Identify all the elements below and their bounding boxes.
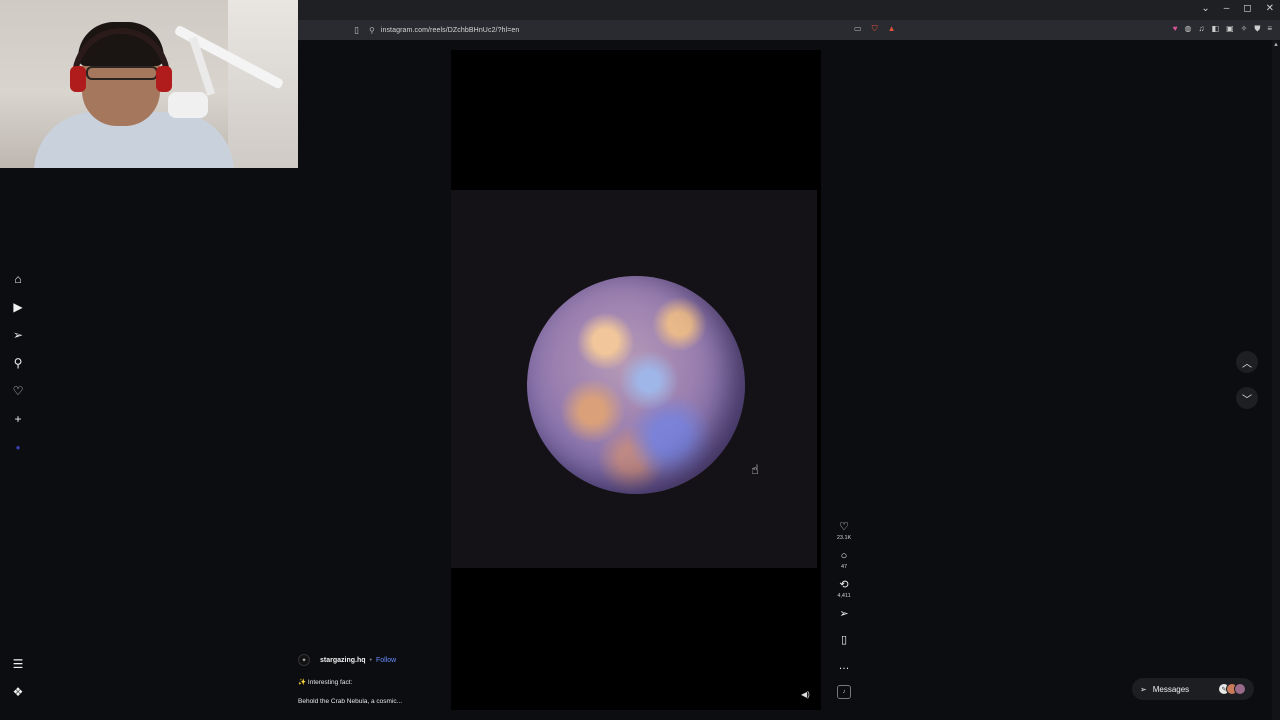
reel-caption: ✦ stargazing.hq • Follow ✨ Interesting f…: [298, 654, 448, 705]
heart-icon[interactable]: ♡: [8, 382, 28, 400]
mute-icon[interactable]: ◀): [801, 690, 810, 699]
scroll-up-icon[interactable]: ▲: [1273, 42, 1279, 48]
bookmark-icon[interactable]: ▯: [354, 25, 359, 36]
reel-video-frame: ☝: [451, 190, 817, 568]
planet-image: [527, 276, 745, 494]
caption-line-2[interactable]: Behold the Crab Nebula, a cosmic...: [298, 698, 448, 705]
address-bar[interactable]: ▯ ⚲ instagram.com/reels/DZchbBHnUc2/?hl=…: [298, 20, 1280, 40]
share-icon[interactable]: ➢: [839, 607, 848, 621]
cast-icon[interactable]: ▭: [854, 24, 862, 34]
left-nav: ⌂ ▶ ➢ ⚲ ♡ + ●: [8, 270, 28, 456]
webcam-microphone: [168, 92, 208, 118]
author-separator: •: [369, 656, 372, 664]
like-count: 23.1K: [836, 535, 852, 541]
browser-menu-icon[interactable]: ≡: [1267, 24, 1272, 34]
leo-icon[interactable]: ✧: [1241, 24, 1248, 34]
page: ⌄ – ◻ ✕ ▯ ⚲ instagram.com/reels/DZchbBHn…: [0, 0, 1280, 720]
media-icon[interactable]: ♫: [1199, 24, 1205, 34]
messages-avatars: ✎: [1218, 683, 1246, 695]
like-heart-icon[interactable]: ♡: [839, 520, 849, 534]
author-row: ✦ stargazing.hq • Follow: [298, 654, 448, 666]
caption-line-1: ✨ Interesting fact:: [298, 679, 353, 686]
comment-count: 47: [840, 564, 848, 570]
wallet-icon[interactable]: ▣: [1226, 24, 1234, 34]
extensions-bar: ♥ ◍ ♫ ◧ ▣ ✧ ⛊ ≡: [1173, 24, 1272, 34]
profile-avatar-icon[interactable]: ●: [8, 438, 28, 456]
extension-heart-icon[interactable]: ♥: [1173, 24, 1178, 34]
brave-shield-icon[interactable]: ⛉: [872, 24, 878, 34]
browser-tabstrip: ⌄ – ◻ ✕: [298, 0, 1280, 20]
messages-label: Messages: [1152, 684, 1190, 694]
chevron-up-icon: ︿: [1242, 358, 1252, 370]
reel-actions: ♡ 23.1K ○ 47 ⟲ 4,411 ➢ ▯ … ♪: [832, 520, 856, 699]
close-icon[interactable]: ✕: [1266, 3, 1274, 14]
site-info-icon[interactable]: ⚲: [369, 26, 375, 35]
minimize-icon[interactable]: –: [1224, 3, 1230, 14]
home-icon[interactable]: ⌂: [8, 270, 28, 288]
extension-chat-icon[interactable]: ◍: [1185, 24, 1192, 34]
brave-rewards-icon[interactable]: ▲: [888, 24, 896, 34]
repost-icon[interactable]: ⟲: [839, 578, 848, 592]
meta-icon[interactable]: ❖: [8, 683, 28, 701]
send-icon[interactable]: ➢: [8, 326, 28, 344]
url-text[interactable]: instagram.com/reels/DZchbBHnUc2/?hl=en: [381, 27, 520, 34]
follow-button[interactable]: Follow: [376, 657, 396, 664]
window-controls: ⌄ – ◻ ✕: [1201, 3, 1274, 14]
next-reel-button[interactable]: ﹀: [1236, 387, 1258, 409]
address-actions: ▭ ⛉ ▲: [854, 24, 895, 34]
webcam-headset-left: [70, 66, 86, 92]
repost-count: 4,411: [837, 593, 851, 599]
webcam-wall: [228, 0, 298, 168]
save-bookmark-icon[interactable]: ▯: [841, 633, 847, 647]
previous-reel-button[interactable]: ︿: [1236, 351, 1258, 373]
plus-icon[interactable]: +: [8, 410, 28, 428]
sidebar-icon[interactable]: ◧: [1212, 24, 1220, 34]
author-name[interactable]: stargazing.hq: [320, 657, 366, 664]
chevron-down-icon: ﹀: [1242, 394, 1252, 406]
search-icon[interactable]: ⚲: [8, 354, 28, 372]
left-nav-bottom: ☰ ❖: [8, 655, 28, 701]
vpn-icon[interactable]: ⛊: [1254, 24, 1260, 34]
audio-icon[interactable]: ♪: [837, 685, 851, 699]
maximize-icon[interactable]: ◻: [1243, 3, 1251, 14]
reels-icon[interactable]: ▶: [8, 298, 28, 316]
message-avatar: [1234, 683, 1246, 695]
mouse-cursor-icon: ☝: [751, 462, 759, 477]
messages-button[interactable]: ➢ Messages ✎: [1132, 678, 1254, 700]
author-avatar[interactable]: ✦: [298, 654, 310, 666]
more-options-icon[interactable]: …: [839, 659, 850, 673]
messages-send-icon: ➢: [1140, 684, 1147, 694]
page-scrollbar[interactable]: ▲: [1272, 40, 1280, 720]
menu-icon[interactable]: ☰: [8, 655, 28, 673]
tab-search-icon[interactable]: ⌄: [1201, 3, 1209, 14]
webcam-overlay: [0, 0, 298, 168]
webcam-headset-right: [156, 66, 172, 92]
reel-video[interactable]: ☝ ◀): [451, 50, 821, 710]
comment-icon[interactable]: ○: [841, 549, 848, 563]
